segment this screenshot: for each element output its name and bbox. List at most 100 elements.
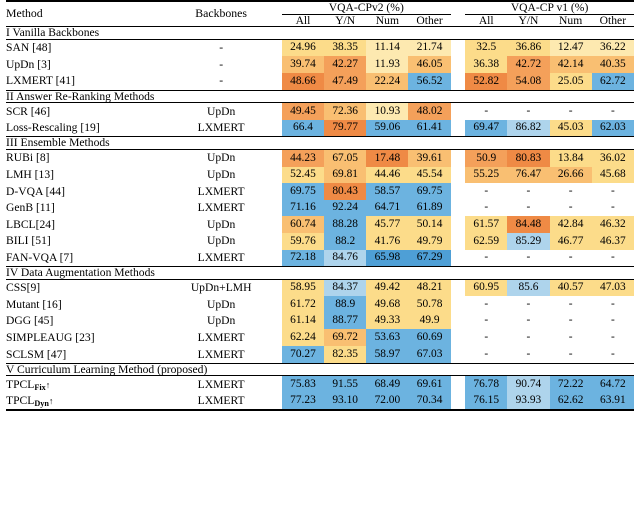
backbone-name: LXMERT <box>197 347 245 361</box>
cell-v1-other: - <box>610 297 615 310</box>
cell-v1-yn: 54.08 <box>507 72 550 91</box>
column-header-v2-other: Other <box>416 13 443 27</box>
backbone-name: LXMERT <box>197 251 245 264</box>
cell-v2-yn: 42.27 <box>324 56 367 73</box>
cell-v1-other: 62.03 <box>591 119 634 137</box>
method-label: LXMERT [41] <box>6 74 75 88</box>
cell-v1-yn: 85.6 <box>507 278 550 297</box>
method-name: Loss-Rescaling [19] <box>6 120 160 137</box>
group-gap <box>450 375 466 393</box>
cell-v2-yn: 84.37 <box>324 278 367 297</box>
cell-v1-other: - <box>610 331 615 344</box>
cell-v1-yn: 90.74 <box>507 375 550 393</box>
cell-v1-yn: - <box>526 251 531 264</box>
cell-v2-yn: 84.76 <box>324 249 367 267</box>
cell-v2-other: 39.61 <box>408 148 451 167</box>
column-group-header-vqacpv1: VQA-CP v1 (%) <box>465 0 634 15</box>
method-name: LMH [13] <box>6 167 160 184</box>
cell-v2-other: 50.78 <box>408 296 451 313</box>
backbone-name: LXMERT <box>160 375 282 393</box>
cell-v1-other: - <box>610 184 615 197</box>
cell-v1-all: 36.38 <box>465 56 508 73</box>
cell-v2-yn: 88.77 <box>324 312 367 330</box>
cell-v2-num: 17.48 <box>366 148 409 167</box>
method-label: LMH [13] <box>6 168 54 182</box>
cell-v1-all: 32.5 <box>465 38 508 57</box>
method-name: DGG [45] <box>6 313 160 330</box>
cell-v1-yn: - <box>526 347 531 360</box>
cell-v1-yn: 93.93 <box>507 392 550 410</box>
group-gap <box>450 329 466 347</box>
backbone-name: UpDn+LMH <box>160 278 282 297</box>
cell-v1-other: - <box>610 251 615 264</box>
cell-v2-num: 53.63 <box>366 329 409 347</box>
method-label: SAN [48] <box>6 41 52 55</box>
cell-v1-all: 76.78 <box>465 375 508 393</box>
cell-v1-num: 25.05 <box>549 72 592 91</box>
method-name: D-VQA [44] <box>6 183 160 200</box>
column-header-method: Method <box>6 0 161 27</box>
cell-v1-num: - <box>568 184 573 197</box>
cell-v1-num: - <box>568 297 573 310</box>
cell-v1-other: 46.32 <box>591 216 634 233</box>
cell-v1-all: 52.82 <box>465 72 508 91</box>
section-header: II Answer Re-Ranking Methods <box>6 89 634 103</box>
cell-v1-num: 13.84 <box>549 148 592 167</box>
method-name: TPCLFix↑ <box>6 375 161 393</box>
cell-v1-yn: 80.83 <box>507 148 550 167</box>
cell-v2-all: 39.74 <box>281 56 325 73</box>
cell-v1-other: 47.03 <box>591 278 634 297</box>
backbone-name: - <box>160 38 282 57</box>
cell-v1-all: 60.95 <box>465 278 508 297</box>
column-header-v1-num: Num <box>559 13 583 27</box>
cell-v2-other: 45.54 <box>408 166 451 184</box>
column-header-v2-num: Num <box>375 13 399 27</box>
cell-v2-other: 48.21 <box>408 278 451 297</box>
cell-v1-all: - <box>484 184 489 197</box>
group-gap <box>450 296 466 313</box>
table-bottom-rule <box>6 408 634 412</box>
method-label: SIMPLEAUG [23] <box>6 330 95 344</box>
cell-v1-other: 64.72 <box>591 375 634 393</box>
group-gap <box>450 346 466 364</box>
cell-v2-num: 58.57 <box>366 183 409 200</box>
cell-v2-all: 60.74 <box>281 216 325 233</box>
backbone-name: UpDn <box>160 148 282 167</box>
cell-v2-all: 62.24 <box>281 329 325 347</box>
cell-v2-yn: 91.55 <box>324 375 367 393</box>
group-gap <box>450 56 466 73</box>
backbone-name: LXMERT <box>197 184 245 198</box>
group-gap <box>450 119 466 137</box>
cell-v2-num: 49.33 <box>366 312 409 330</box>
cell-v1-other: 36.02 <box>591 148 634 167</box>
cell-v1-all: 62.59 <box>465 232 508 250</box>
group-gap <box>450 102 466 120</box>
cell-v2-all: 52.45 <box>281 166 325 184</box>
cell-v1-all: 69.47 <box>465 119 508 137</box>
cell-v2-yn: 69.81 <box>324 166 367 184</box>
cell-v2-yn: 47.49 <box>324 72 367 91</box>
cell-v2-all: 49.45 <box>281 102 325 120</box>
section-header: III Ensemble Methods <box>6 136 634 150</box>
cell-v1-other: - <box>610 201 615 214</box>
column-header-backbones: Backbones <box>160 0 282 27</box>
group-gap <box>450 148 466 167</box>
cell-v2-num: 68.49 <box>366 375 409 393</box>
cell-v1-yn: 85.29 <box>507 232 550 250</box>
method-name: Mutant [16] <box>6 296 160 313</box>
method-label: SCLSM [47] <box>6 347 67 361</box>
group-gap <box>450 14 466 27</box>
cell-v2-yn: 79.77 <box>324 119 367 137</box>
cell-v1-num: - <box>568 331 573 344</box>
method-name: LBCL[24] <box>6 216 160 233</box>
cell-v1-yn: 84.48 <box>507 216 550 233</box>
cell-v1-yn: 86.82 <box>507 119 550 137</box>
method-label: SCR [46] <box>6 104 51 118</box>
group-gap <box>450 392 466 410</box>
backbone-name: LXMERT <box>197 201 245 215</box>
cell-v2-other: 21.74 <box>408 38 451 57</box>
cell-v2-num: 49.68 <box>366 296 409 313</box>
method-name: SCR [46] <box>6 102 161 120</box>
cell-v2-yn: 82.35 <box>324 346 367 364</box>
cell-v2-other: 50.14 <box>408 216 451 233</box>
